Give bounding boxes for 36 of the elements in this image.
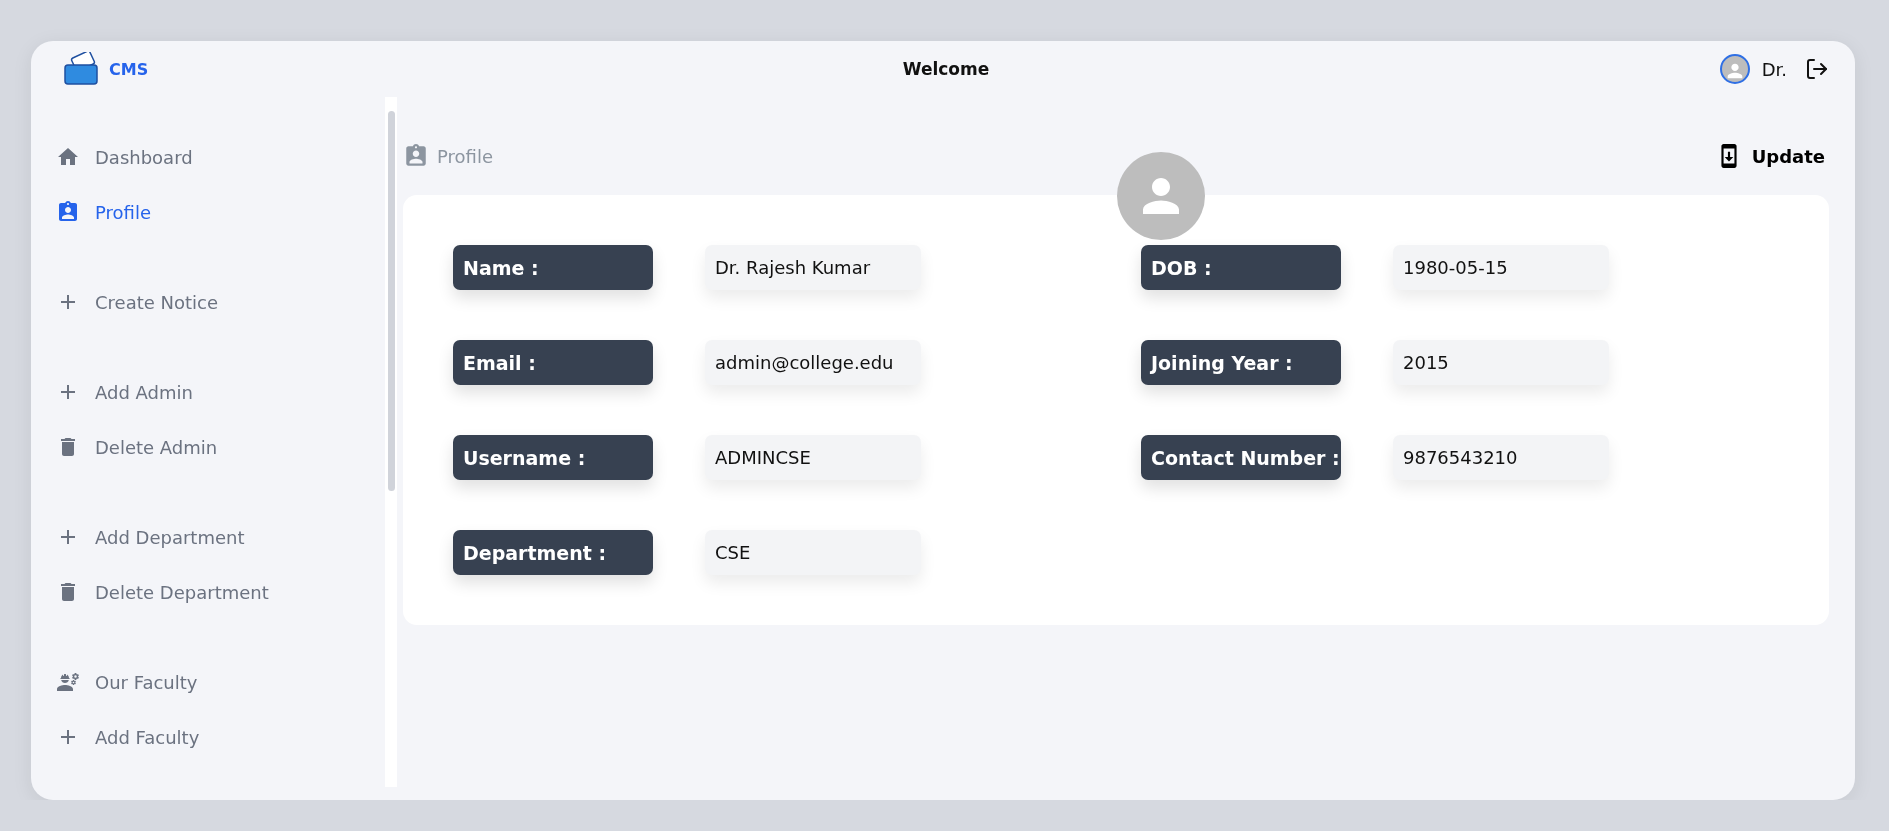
id-badge-icon: [403, 143, 429, 169]
field-label: Name :: [453, 245, 653, 290]
field-value: Dr. Rajesh Kumar: [705, 245, 921, 290]
field-value: 2015: [1393, 340, 1609, 385]
user-name: Dr.: [1761, 58, 1787, 80]
sidebar-item[interactable]: Our Faculty: [31, 663, 385, 701]
brand-name: CMS: [109, 59, 149, 79]
sidebar-item[interactable]: Delete Department: [31, 573, 385, 611]
sidebar-item[interactable]: Add Department: [31, 518, 385, 556]
scrollbar[interactable]: [385, 97, 397, 787]
field-label: Department :: [453, 530, 653, 575]
field-label: Joining Year :: [1141, 340, 1341, 385]
scrollbar-thumb[interactable]: [387, 111, 395, 491]
id-badge-icon: [56, 200, 80, 224]
sidebar-item[interactable]: Dashboard: [31, 138, 385, 176]
field-label: DOB :: [1141, 245, 1341, 290]
field-value: ADMINCSE: [705, 435, 921, 480]
field-value: 9876543210: [1393, 435, 1609, 480]
logo-icon: [63, 52, 101, 86]
sidebar-item[interactable]: Profile: [31, 193, 385, 231]
sidebar-item[interactable]: Delete Admin: [31, 428, 385, 466]
field-label: Email :: [453, 340, 653, 385]
field-value: CSE: [705, 530, 921, 575]
field-label: Contact Number :: [1141, 435, 1341, 480]
field-value: admin@college.edu: [705, 340, 921, 385]
worker-icon: [56, 670, 80, 694]
sidebar-item[interactable]: Create Notice: [31, 283, 385, 321]
update-button[interactable]: Update: [1711, 143, 1829, 169]
logout-icon[interactable]: [1805, 57, 1829, 81]
sidebar-item[interactable]: Add Admin: [31, 373, 385, 411]
field-label: Username :: [453, 435, 653, 480]
field-value: 1980-05-15: [1393, 245, 1609, 290]
page-title: Welcome: [902, 59, 990, 79]
sidebar-item[interactable]: Add Faculty: [31, 718, 385, 756]
user-avatar[interactable]: [1719, 54, 1750, 84]
section-title: Profile: [437, 145, 493, 167]
